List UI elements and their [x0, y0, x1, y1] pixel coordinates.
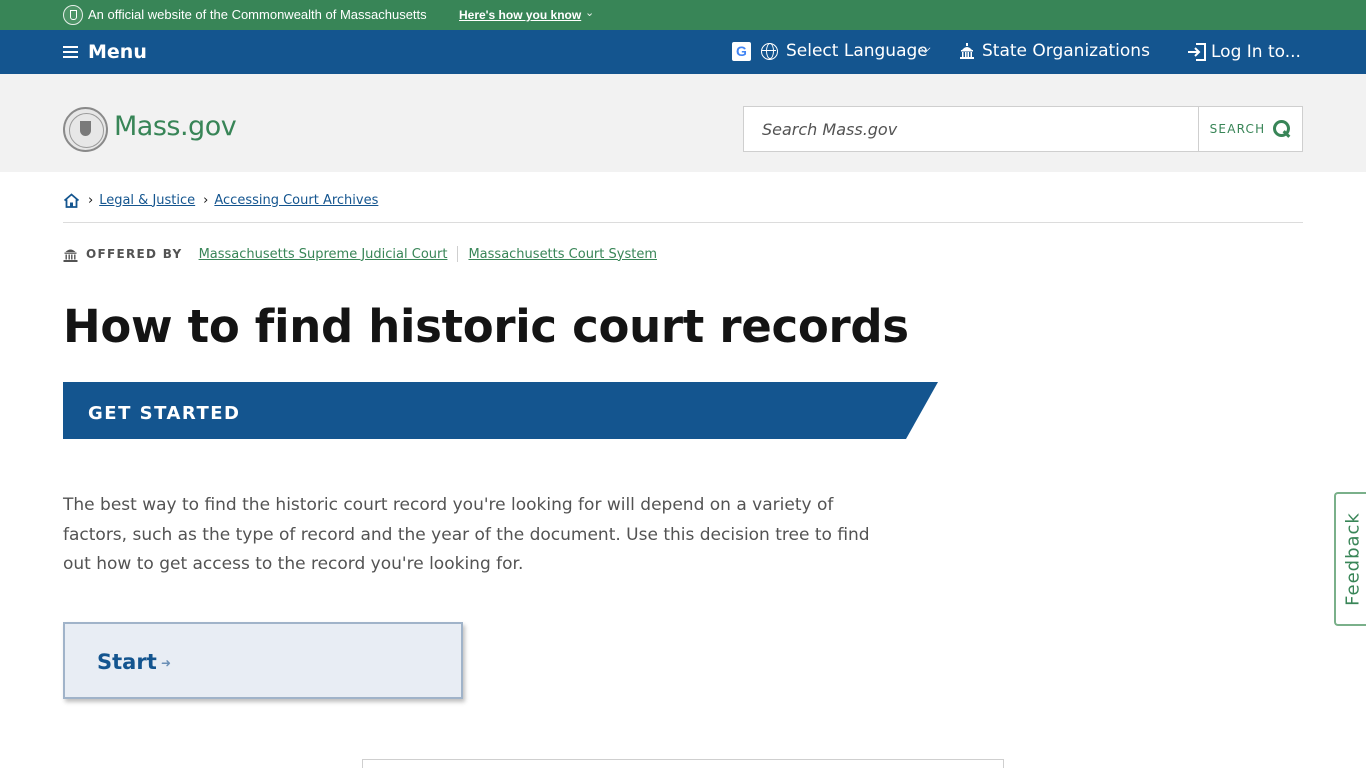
- massachusetts-seal-logo[interactable]: [63, 107, 108, 152]
- chevron-down-icon[interactable]: ⌄: [585, 6, 594, 19]
- page-title: How to find historic court records: [63, 300, 909, 353]
- google-translate-icon[interactable]: G: [732, 42, 751, 61]
- breadcrumb-link-court-archives[interactable]: Accessing Court Archives: [214, 193, 378, 208]
- org-link-supreme-judicial-court[interactable]: Massachusetts Supreme Judicial Court: [199, 247, 448, 262]
- official-banner-text: An official website of the Commonwealth …: [88, 7, 427, 22]
- state-seal-icon: [63, 5, 83, 25]
- start-button[interactable]: Start ➜: [63, 622, 463, 699]
- feedback-tab[interactable]: Feedback: [1334, 492, 1366, 626]
- globe-icon: [761, 43, 778, 60]
- utility-nav: Menu G Select Language ⌵ State Organizat…: [0, 30, 1366, 74]
- heres-how-you-know-link[interactable]: Here's how you know: [459, 8, 581, 22]
- get-started-heading: GET STARTED: [88, 403, 241, 424]
- offered-by-label: OFFERED BY: [86, 247, 183, 261]
- chevron-right-icon: ›: [88, 192, 94, 208]
- breadcrumb-link-legal-justice[interactable]: Legal & Justice: [99, 193, 195, 208]
- login-icon: [1188, 43, 1206, 61]
- content-panel: [362, 759, 1004, 768]
- intro-paragraph: The best way to find the historic court …: [63, 495, 870, 574]
- search-button[interactable]: SEARCH: [1198, 106, 1303, 152]
- home-icon[interactable]: [63, 192, 80, 208]
- search-field-wrapper: [743, 106, 1199, 152]
- divider: [457, 246, 459, 262]
- menu-button[interactable]: Menu: [63, 40, 147, 64]
- chevron-right-icon: ›: [203, 192, 209, 208]
- offered-by: OFFERED BY Massachusetts Supreme Judicia…: [63, 244, 657, 264]
- search-input[interactable]: [744, 107, 1198, 151]
- chevron-down-icon[interactable]: ⌵: [920, 41, 931, 57]
- capitol-building-icon: [960, 43, 974, 59]
- building-icon: [63, 249, 78, 262]
- mass-gov-logo-text[interactable]: Mass.gov: [114, 111, 237, 142]
- start-button-label: Start: [97, 650, 157, 674]
- menu-label: Menu: [88, 41, 147, 63]
- divider: [63, 222, 1303, 223]
- org-link-court-system[interactable]: Massachusetts Court System: [468, 247, 657, 262]
- log-in-button[interactable]: Log In to...: [1211, 42, 1301, 62]
- arrow-right-icon: ➜: [161, 656, 172, 670]
- hamburger-icon: [63, 46, 78, 58]
- state-organizations-button[interactable]: State Organizations: [982, 41, 1150, 61]
- search-button-label: SEARCH: [1209, 122, 1266, 136]
- breadcrumb: › Legal & Justice › Accessing Court Arch…: [63, 190, 378, 210]
- get-started-heading-band: GET STARTED: [63, 382, 938, 439]
- feedback-label: Feedback: [1342, 512, 1364, 606]
- select-language-button[interactable]: Select Language: [786, 41, 928, 61]
- official-website-banner: An official website of the Commonwealth …: [0, 0, 1366, 30]
- site-header: Mass.gov SEARCH: [0, 74, 1366, 172]
- search-icon: [1273, 120, 1291, 138]
